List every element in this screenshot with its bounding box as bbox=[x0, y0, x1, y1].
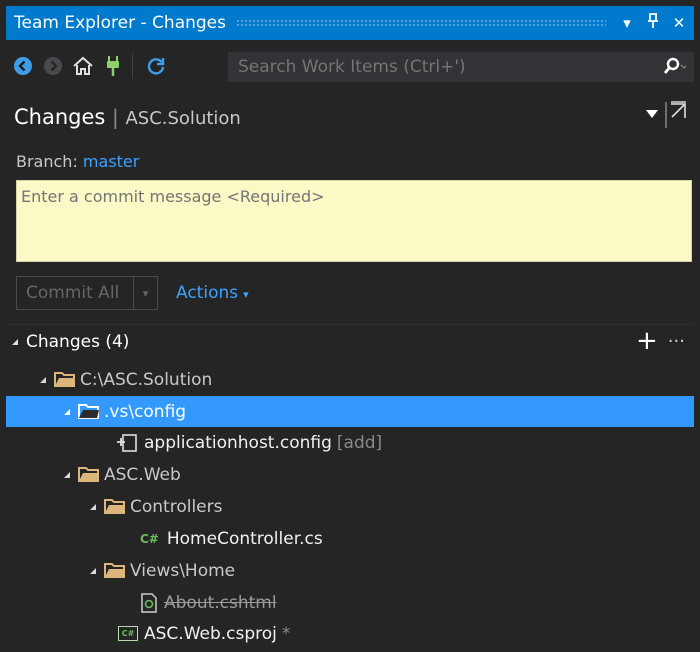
page-title[interactable]: Changes bbox=[14, 105, 105, 129]
commit-all-button[interactable]: Commit All bbox=[16, 276, 134, 310]
csharp-file-icon: C# bbox=[140, 531, 159, 546]
title-separator: | bbox=[112, 105, 119, 129]
commit-message-input[interactable] bbox=[16, 180, 692, 262]
change-status: * bbox=[281, 623, 291, 644]
forward-icon[interactable] bbox=[40, 53, 66, 79]
tree-item-label: Controllers bbox=[130, 496, 223, 517]
expand-icon[interactable] bbox=[40, 376, 46, 383]
tree-item-label: ASC.Web.csproj bbox=[144, 623, 277, 644]
folder-icon bbox=[104, 499, 125, 514]
folder-icon bbox=[54, 372, 75, 387]
changes-section-actions: + ··· bbox=[636, 328, 685, 354]
stage-all-icon[interactable]: + bbox=[636, 328, 658, 354]
window-menu-icon[interactable]: ▾ bbox=[616, 14, 638, 32]
page-header: Changes | ASC.Solution bbox=[6, 92, 694, 142]
tree-row-applicationhost[interactable]: applicationhost.config [add] bbox=[6, 427, 694, 458]
commit-dropdown-icon[interactable]: ▾ bbox=[134, 276, 158, 310]
search-icon[interactable] bbox=[654, 57, 694, 77]
search-input[interactable] bbox=[228, 56, 654, 78]
search-box[interactable] bbox=[228, 52, 694, 82]
tree-item-label: applicationhost.config bbox=[144, 432, 332, 453]
actions-menu[interactable]: Actions ▾ bbox=[176, 283, 249, 303]
refresh-icon[interactable] bbox=[143, 53, 169, 79]
tree-item-label: C:\ASC.Solution bbox=[80, 369, 213, 390]
folder-icon bbox=[104, 563, 125, 578]
tree-row-homecontroller[interactable]: C# HomeController.cs bbox=[6, 523, 694, 554]
home-icon[interactable] bbox=[70, 53, 96, 79]
title-bar: Team Explorer - Changes ▾ ✕ bbox=[6, 6, 694, 40]
branch-link[interactable]: master bbox=[83, 152, 139, 171]
tree-item-label: About.cshtml bbox=[164, 592, 277, 613]
tree-item-label: .vs\config bbox=[104, 401, 187, 422]
toolbar bbox=[6, 40, 694, 92]
razor-file-icon bbox=[140, 592, 158, 613]
tree-row-views-home[interactable]: Views\Home bbox=[6, 555, 694, 586]
changes-section-header[interactable]: Changes (4) bbox=[12, 332, 129, 352]
close-icon[interactable]: ✕ bbox=[668, 14, 690, 32]
expand-icon[interactable] bbox=[90, 567, 96, 574]
connect-icon[interactable] bbox=[100, 53, 126, 79]
tree-row-about[interactable]: About.cshtml bbox=[6, 587, 694, 618]
collapse-icon[interactable] bbox=[12, 339, 18, 345]
title-grip[interactable] bbox=[236, 19, 606, 27]
changes-count: Changes (4) bbox=[26, 332, 130, 352]
tree-item-label: Views\Home bbox=[130, 560, 236, 581]
branch-label: Branch: bbox=[16, 152, 78, 171]
expand-icon[interactable] bbox=[90, 503, 96, 510]
solution-name: ASC.Solution bbox=[125, 108, 241, 129]
branch-info: Branch: master bbox=[16, 152, 139, 171]
change-status: [add] bbox=[336, 432, 383, 453]
actions-label: Actions bbox=[176, 283, 239, 303]
expand-icon[interactable] bbox=[64, 408, 70, 415]
actions-caret-icon: ▾ bbox=[243, 288, 249, 301]
commit-actions-row: Commit All ▾ Actions ▾ bbox=[16, 276, 249, 310]
tree-item-label: HomeController.cs bbox=[166, 528, 323, 549]
pin-icon[interactable] bbox=[642, 13, 664, 33]
tree-row-asc-web[interactable]: ASC.Web bbox=[6, 459, 694, 490]
tree-row-solution[interactable]: C:\ASC.Solution bbox=[6, 364, 694, 395]
popout-icon[interactable] bbox=[664, 100, 688, 134]
team-explorer-panel: Team Explorer - Changes ▾ ✕ Search Work … bbox=[6, 6, 694, 652]
more-options-icon[interactable]: ··· bbox=[668, 331, 685, 352]
page-title-group: Changes | ASC.Solution bbox=[14, 105, 241, 129]
csharp-project-icon: C# bbox=[118, 626, 138, 641]
window-title: Team Explorer - Changes bbox=[14, 13, 227, 33]
expand-icon[interactable] bbox=[64, 471, 70, 478]
tree-row-controllers[interactable]: Controllers bbox=[6, 491, 694, 522]
folder-icon bbox=[78, 467, 99, 482]
folder-icon bbox=[78, 404, 99, 419]
tree-row-vs-config[interactable]: .vs\config bbox=[6, 396, 694, 427]
toolbar-separator bbox=[132, 53, 133, 79]
added-file-icon bbox=[116, 433, 138, 453]
back-icon[interactable] bbox=[10, 53, 36, 79]
section-divider bbox=[6, 324, 694, 325]
tree-row-csproj[interactable]: C# ASC.Web.csproj * bbox=[6, 618, 694, 649]
tree-item-label: ASC.Web bbox=[104, 464, 181, 485]
page-dropdown-icon[interactable] bbox=[646, 106, 658, 122]
